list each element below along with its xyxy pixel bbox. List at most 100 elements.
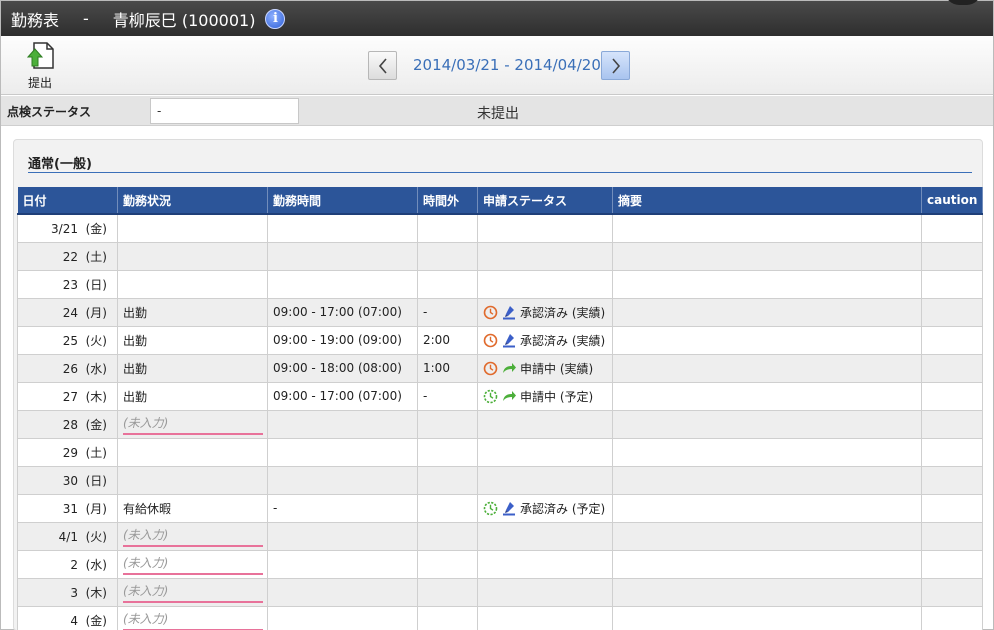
work-time-cell[interactable]: [267, 605, 418, 630]
table-row[interactable]: 2 (水) (未入力): [17, 549, 983, 579]
request-status-cell[interactable]: [477, 577, 613, 607]
work-time-cell[interactable]: [267, 577, 418, 607]
overtime-cell[interactable]: -: [417, 381, 478, 411]
work-status-cell[interactable]: [117, 465, 268, 495]
work-status-cell[interactable]: 有給休暇: [117, 493, 268, 523]
date-cell[interactable]: 4 (金): [17, 605, 118, 630]
unentered-link[interactable]: (未入力): [123, 582, 263, 603]
prev-period-button[interactable]: [368, 51, 397, 80]
date-cell[interactable]: 28 (金): [17, 409, 118, 439]
request-status-cell[interactable]: [477, 241, 613, 271]
table-row[interactable]: 27 (木) 出勤 09:00 - 17:00 (07:00) - 申請中 (予定): [17, 381, 983, 411]
table-row[interactable]: 26 (水) 出勤 09:00 - 18:00 (08:00) 1:00 申請中 (実績…: [17, 353, 983, 383]
unentered-link[interactable]: (未入力): [123, 526, 263, 547]
request-status[interactable]: 承認済み (実績): [483, 304, 607, 321]
table-row[interactable]: 28 (金) (未入力): [17, 409, 983, 439]
summary-cell[interactable]: [612, 381, 922, 411]
work-time-cell[interactable]: [267, 549, 418, 579]
work-status-cell[interactable]: (未入力): [117, 549, 268, 579]
summary-cell[interactable]: [612, 465, 922, 495]
work-status-cell[interactable]: (未入力): [117, 577, 268, 607]
summary-cell[interactable]: [612, 577, 922, 607]
date-cell[interactable]: 27 (木): [17, 381, 118, 411]
date-cell[interactable]: 4/1 (火): [17, 521, 118, 551]
summary-cell[interactable]: [612, 493, 922, 523]
work-status-cell[interactable]: [117, 269, 268, 299]
overtime-cell[interactable]: [417, 437, 478, 467]
work-time-cell[interactable]: 09:00 - 18:00 (08:00): [267, 353, 418, 383]
table-row[interactable]: 23 (日): [17, 269, 983, 299]
table-row[interactable]: 3 (木) (未入力): [17, 577, 983, 607]
request-status-cell[interactable]: 申請中 (予定): [477, 381, 613, 411]
table-row[interactable]: 3/21 (金): [17, 213, 983, 243]
unentered-link[interactable]: (未入力): [123, 414, 263, 435]
overtime-cell[interactable]: [417, 409, 478, 439]
date-cell[interactable]: 26 (水): [17, 353, 118, 383]
request-status-cell[interactable]: 承認済み (実績): [477, 325, 613, 355]
work-status-cell[interactable]: 出勤: [117, 381, 268, 411]
date-cell[interactable]: 25 (火): [17, 325, 118, 355]
work-status-cell[interactable]: (未入力): [117, 409, 268, 439]
overtime-cell[interactable]: -: [417, 297, 478, 327]
date-cell[interactable]: 22 (土): [17, 241, 118, 271]
work-time-cell[interactable]: [267, 521, 418, 551]
work-time-cell[interactable]: 09:00 - 17:00 (07:00): [267, 297, 418, 327]
request-status-cell[interactable]: [477, 605, 613, 630]
summary-cell[interactable]: [612, 353, 922, 383]
work-time-cell[interactable]: 09:00 - 17:00 (07:00): [267, 381, 418, 411]
work-time-cell[interactable]: [267, 269, 418, 299]
request-status-cell[interactable]: [477, 213, 613, 243]
table-row[interactable]: 25 (火) 出勤 09:00 - 19:00 (09:00) 2:00 承認済み (実…: [17, 325, 983, 355]
summary-cell[interactable]: [612, 213, 922, 243]
overtime-cell[interactable]: [417, 521, 478, 551]
work-status-cell[interactable]: 出勤: [117, 325, 268, 355]
summary-cell[interactable]: [612, 241, 922, 271]
work-time-cell[interactable]: [267, 409, 418, 439]
overtime-cell[interactable]: [417, 577, 478, 607]
table-row[interactable]: 30 (日): [17, 465, 983, 495]
summary-cell[interactable]: [612, 325, 922, 355]
table-row[interactable]: 4/1 (火) (未入力): [17, 521, 983, 551]
unentered-link[interactable]: (未入力): [123, 554, 263, 575]
overtime-cell[interactable]: 1:00: [417, 353, 478, 383]
work-time-cell[interactable]: [267, 437, 418, 467]
work-status-cell[interactable]: 出勤: [117, 297, 268, 327]
work-status-cell[interactable]: [117, 213, 268, 243]
overtime-cell[interactable]: [417, 605, 478, 630]
overtime-cell[interactable]: [417, 269, 478, 299]
table-row[interactable]: 4 (金) (未入力): [17, 605, 983, 630]
work-time-cell[interactable]: [267, 465, 418, 495]
submit-button[interactable]: 提出: [21, 41, 59, 93]
request-status-cell[interactable]: [477, 465, 613, 495]
overtime-cell[interactable]: [417, 549, 478, 579]
request-status-cell[interactable]: [477, 409, 613, 439]
table-row[interactable]: 22 (土): [17, 241, 983, 271]
work-status-cell[interactable]: 出勤: [117, 353, 268, 383]
request-status-cell[interactable]: [477, 521, 613, 551]
summary-cell[interactable]: [612, 437, 922, 467]
work-time-cell[interactable]: -: [267, 493, 418, 523]
work-status-cell[interactable]: (未入力): [117, 521, 268, 551]
date-cell[interactable]: 30 (日): [17, 465, 118, 495]
request-status-cell[interactable]: 申請中 (実績): [477, 353, 613, 383]
request-status-cell[interactable]: [477, 437, 613, 467]
overtime-cell[interactable]: 2:00: [417, 325, 478, 355]
date-cell[interactable]: 31 (月): [17, 493, 118, 523]
date-cell[interactable]: 3 (木): [17, 577, 118, 607]
request-status[interactable]: 承認済み (実績): [483, 332, 607, 349]
overtime-cell[interactable]: [417, 213, 478, 243]
summary-cell[interactable]: [612, 297, 922, 327]
summary-cell[interactable]: [612, 549, 922, 579]
next-period-button[interactable]: [601, 51, 630, 80]
work-status-cell[interactable]: [117, 241, 268, 271]
table-row[interactable]: 31 (月) 有給休暇 - 承認済み (予定): [17, 493, 983, 523]
request-status-cell[interactable]: 承認済み (予定): [477, 493, 613, 523]
request-status[interactable]: 承認済み (予定): [483, 500, 607, 517]
date-cell[interactable]: 2 (水): [17, 549, 118, 579]
table-row[interactable]: 24 (月) 出勤 09:00 - 17:00 (07:00) - 承認済み (実績): [17, 297, 983, 327]
request-status-cell[interactable]: 承認済み (実績): [477, 297, 613, 327]
date-cell[interactable]: 24 (月): [17, 297, 118, 327]
summary-cell[interactable]: [612, 269, 922, 299]
summary-cell[interactable]: [612, 605, 922, 630]
table-row[interactable]: 29 (土): [17, 437, 983, 467]
